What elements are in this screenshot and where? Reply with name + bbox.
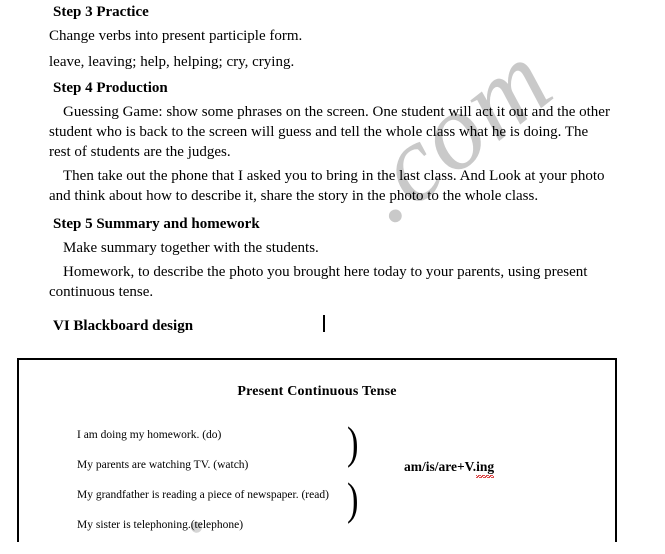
formula-prefix: am/is/are+V. [404, 459, 477, 474]
step-3-line-1: Change verbs into present participle for… [49, 28, 303, 44]
blackboard-design-box: Present Continuous Tense I am doing my h… [17, 358, 617, 542]
grouping-brace: ) ) [347, 418, 377, 528]
text-cursor-caret [323, 315, 325, 332]
document-content: Step 3 Practice Change verbs into presen… [0, 0, 665, 336]
heading-blackboard-design: VI Blackboard design [53, 318, 194, 334]
heading-step-3: Step 3 Practice [53, 4, 149, 20]
example-sentence-1: I am doing my homework. (do) [77, 429, 222, 441]
heading-step-4: Step 4 Production [53, 80, 168, 96]
brace-lower-glyph: ) [347, 473, 359, 524]
example-sentence-4: My sister is telephoning.(telephone) [77, 519, 244, 531]
heading-step-5: Step 5 Summary and homework [53, 216, 260, 232]
formula-misspelled-word: ing [476, 459, 495, 478]
brace-upper-glyph: ) [347, 417, 359, 468]
board-body: I am doing my homework. (do) My parents … [19, 420, 615, 540]
example-sentence-3: My grandfather is reading a piece of new… [77, 489, 329, 501]
step-5-line-1: Make summary together with the students. [63, 240, 319, 256]
step-4-paragraph-1: Guessing Game: show some phrases on the … [49, 104, 610, 160]
step-3-line-2: leave, leaving; help, helping; cry, cryi… [49, 54, 295, 70]
example-sentence-2: My parents are watching TV. (watch) [77, 459, 249, 471]
board-title: Present Continuous Tense [237, 384, 397, 399]
tense-formula: am/is/are+V.ing [404, 459, 495, 478]
step-5-line-2: Homework, to describe the photo you brou… [49, 264, 588, 300]
document-page: .com . Step 3 Practice Change verbs into… [0, 0, 665, 552]
step-4-paragraph-2: Then take out the phone that I asked you… [49, 168, 605, 204]
